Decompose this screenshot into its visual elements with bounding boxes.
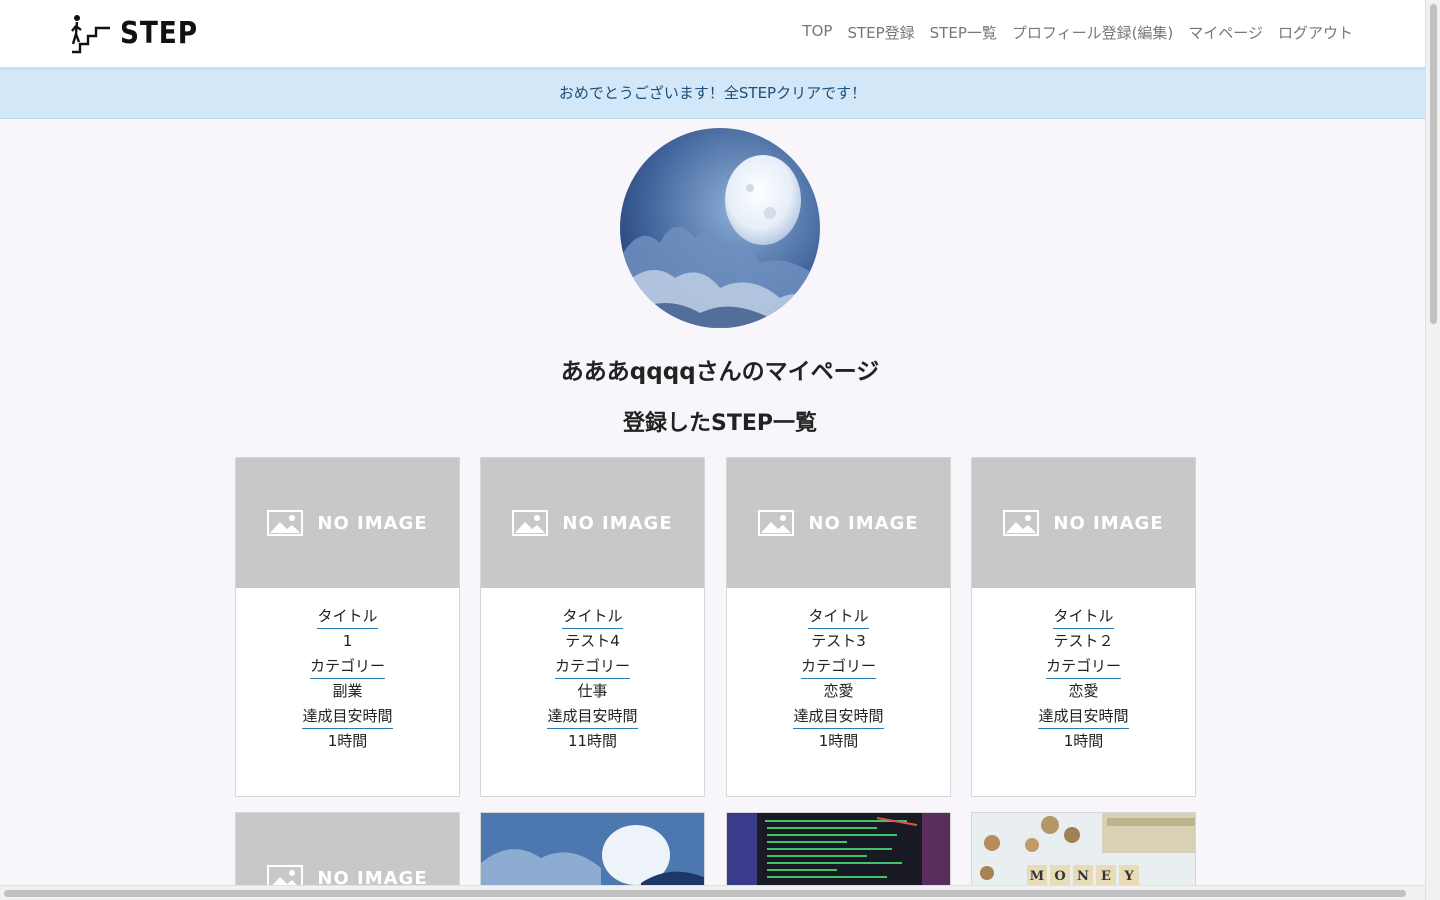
card-title: テスト3 [811, 632, 866, 650]
category-label: カテゴリー [554, 654, 630, 679]
card-body: タイトル テスト２ カテゴリー 恋愛 達成目安時間 1時間 [972, 588, 1195, 754]
image-placeholder-icon [512, 510, 549, 536]
image-placeholder-icon [1003, 510, 1040, 536]
time-label: 達成目安時間 [547, 704, 638, 729]
nav-step-list[interactable]: STEP一覧 [930, 22, 997, 43]
card-no-image: NO IMAGE [481, 458, 704, 588]
step-card[interactable]: NO IMAGE タイトル 1 カテゴリー 副業 達成目安時間 1時間 [235, 457, 460, 797]
card-title: テスト２ [1053, 632, 1114, 650]
card-no-image: NO IMAGE [236, 458, 459, 588]
time-label: 達成目安時間 [302, 704, 393, 729]
title-label: タイトル [317, 604, 378, 629]
category-label: カテゴリー [1045, 654, 1121, 679]
card-time: 1時間 [1063, 732, 1104, 750]
card-time: 11時間 [567, 732, 618, 750]
title-label: タイトル [808, 604, 869, 629]
image-placeholder-icon [267, 510, 304, 536]
horizontal-scrollbar[interactable] [0, 885, 1425, 900]
card-title: 1 [342, 632, 353, 650]
card-category: 副業 [332, 682, 363, 700]
money-letter-tiles: MONEY [1027, 865, 1139, 885]
card-no-image: NO IMAGE [236, 813, 459, 886]
card-category: 仕事 [577, 682, 608, 700]
money-letter: M [1030, 869, 1044, 884]
card-category: 恋愛 [823, 682, 854, 700]
title-label: タイトル [562, 604, 623, 629]
money-letter: E [1101, 869, 1111, 884]
card-no-image: NO IMAGE [972, 458, 1195, 588]
horizontal-scroll-thumb[interactable] [4, 890, 1406, 897]
nav-top[interactable]: TOP [802, 22, 832, 43]
step-card[interactable]: NO IMAGE [235, 812, 460, 887]
no-image-text: NO IMAGE [317, 512, 428, 534]
nav-profile-edit[interactable]: プロフィール登録(編集) [1012, 22, 1173, 43]
section-title: 登録したSTEP一覧 [622, 411, 817, 436]
code-screen-thumbnail-image [727, 813, 950, 886]
step-card[interactable] [726, 812, 951, 887]
main-nav: TOP STEP登録 STEP一覧 プロフィール登録(編集) マイページ ログア… [787, 22, 1353, 43]
vertical-scroll-thumb[interactable] [1430, 4, 1437, 324]
card-body: タイトル 1 カテゴリー 副業 達成目安時間 1時間 [236, 588, 459, 754]
title-label: タイトル [1053, 604, 1114, 629]
card-body: タイトル テスト3 カテゴリー 恋愛 達成目安時間 1時間 [727, 588, 950, 754]
category-label: カテゴリー [800, 654, 876, 679]
stairs-walker-icon [71, 15, 110, 54]
step-card[interactable]: NO IMAGE タイトル テスト4 カテゴリー 仕事 達成目安時間 11時間 [480, 457, 705, 797]
nav-mypage[interactable]: マイページ [1188, 22, 1263, 43]
logo[interactable]: STEP [70, 12, 209, 54]
moon-avatar-image [620, 128, 820, 328]
vertical-scrollbar[interactable] [1425, 0, 1440, 900]
time-label: 達成目安時間 [793, 704, 884, 729]
category-label: カテゴリー [309, 654, 385, 679]
card-body: タイトル テスト4 カテゴリー 仕事 達成目安時間 11時間 [481, 588, 704, 754]
card-time: 1時間 [818, 732, 859, 750]
step-card[interactable] [480, 812, 705, 887]
card-time: 1時間 [327, 732, 368, 750]
avatar [620, 128, 820, 328]
step-card[interactable]: NO IMAGE タイトル テスト２ カテゴリー 恋愛 達成目安時間 1時間 [971, 457, 1196, 797]
success-alert: おめでとうございます！全STEPクリアです！ [0, 68, 1425, 119]
page-title: あああqqqqさんのマイページ [560, 359, 880, 385]
no-image-text: NO IMAGE [562, 512, 673, 534]
card-no-image: NO IMAGE [727, 458, 950, 588]
money-letter: O [1054, 869, 1065, 884]
site-header: STEP TOP STEP登録 STEP一覧 プロフィール登録(編集) マイペー… [0, 0, 1425, 68]
card-title: テスト4 [565, 632, 620, 650]
nav-step-register[interactable]: STEP登録 [847, 22, 914, 43]
money-letter: Y [1123, 869, 1134, 884]
step-card[interactable]: MONEY [971, 812, 1196, 887]
no-image-text: NO IMAGE [1053, 512, 1164, 534]
card-category: 恋愛 [1068, 682, 1099, 700]
time-label: 達成目安時間 [1038, 704, 1129, 729]
moon-thumbnail-image [481, 813, 704, 886]
no-image-text: NO IMAGE [808, 512, 919, 534]
money-thumbnail-image: MONEY [972, 813, 1195, 886]
nav-logout[interactable]: ログアウト [1278, 22, 1353, 43]
image-placeholder-icon [267, 865, 304, 886]
image-placeholder-icon [758, 510, 795, 536]
money-letter: N [1077, 869, 1089, 884]
logo-text: STEP [120, 15, 198, 51]
step-card[interactable]: NO IMAGE タイトル テスト3 カテゴリー 恋愛 達成目安時間 1時間 [726, 457, 951, 797]
